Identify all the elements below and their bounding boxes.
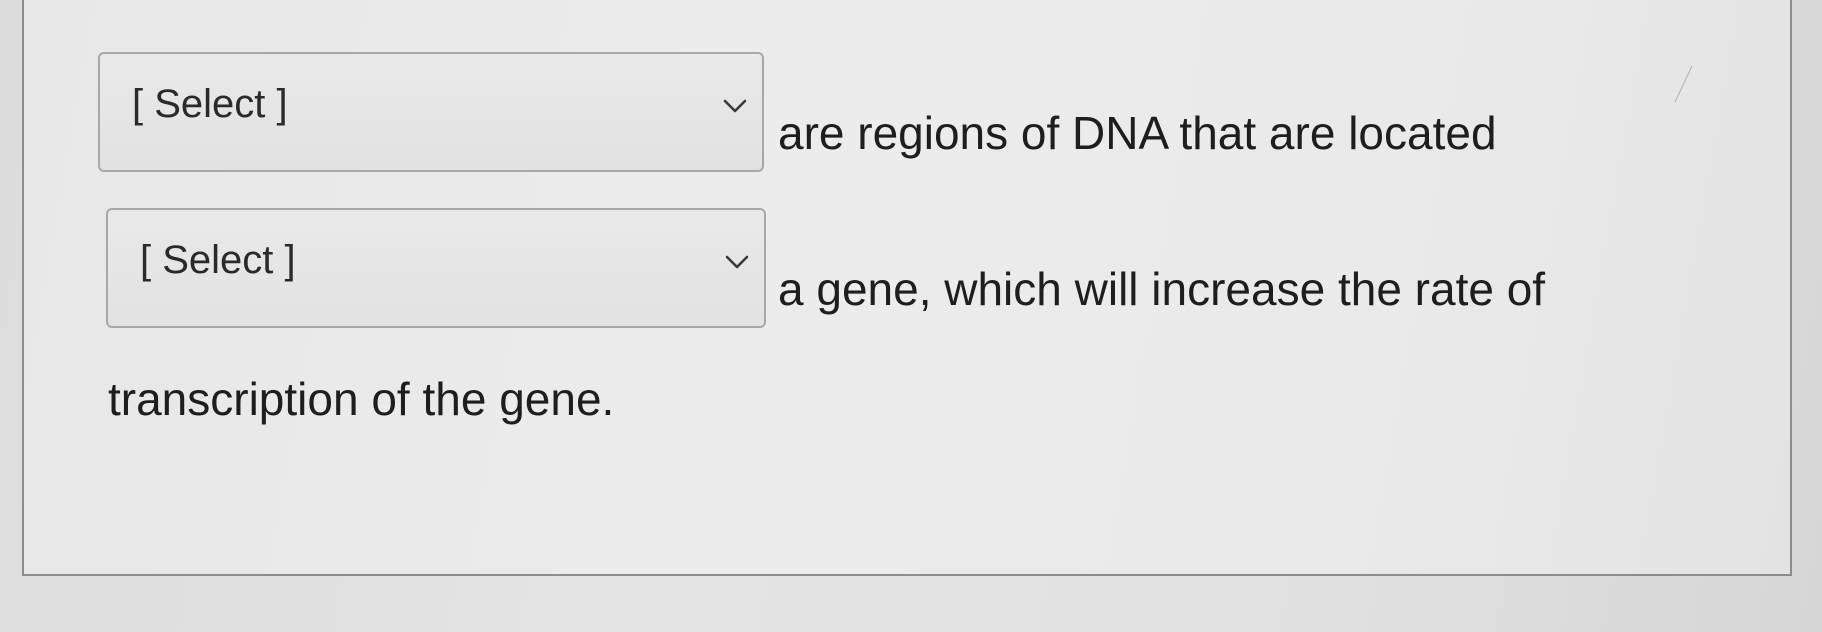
dropdown-2-selected-value: [ Select ]: [140, 238, 296, 282]
question-text-line-1: are regions of DNA that are located: [778, 107, 1497, 159]
question-text-line-3: transcription of the gene.: [108, 373, 615, 425]
answer-dropdown-1[interactable]: [ Select ]: [98, 52, 764, 172]
dropdown-1-selected-value: [ Select ]: [132, 82, 288, 126]
answer-dropdown-2[interactable]: [ Select ]: [106, 208, 766, 328]
question-text-line-2: a gene, which will increase the rate of: [778, 263, 1546, 315]
chevron-down-icon: [723, 99, 747, 113]
chevron-down-icon: [725, 255, 749, 269]
pencil-mark: [1674, 65, 1693, 103]
